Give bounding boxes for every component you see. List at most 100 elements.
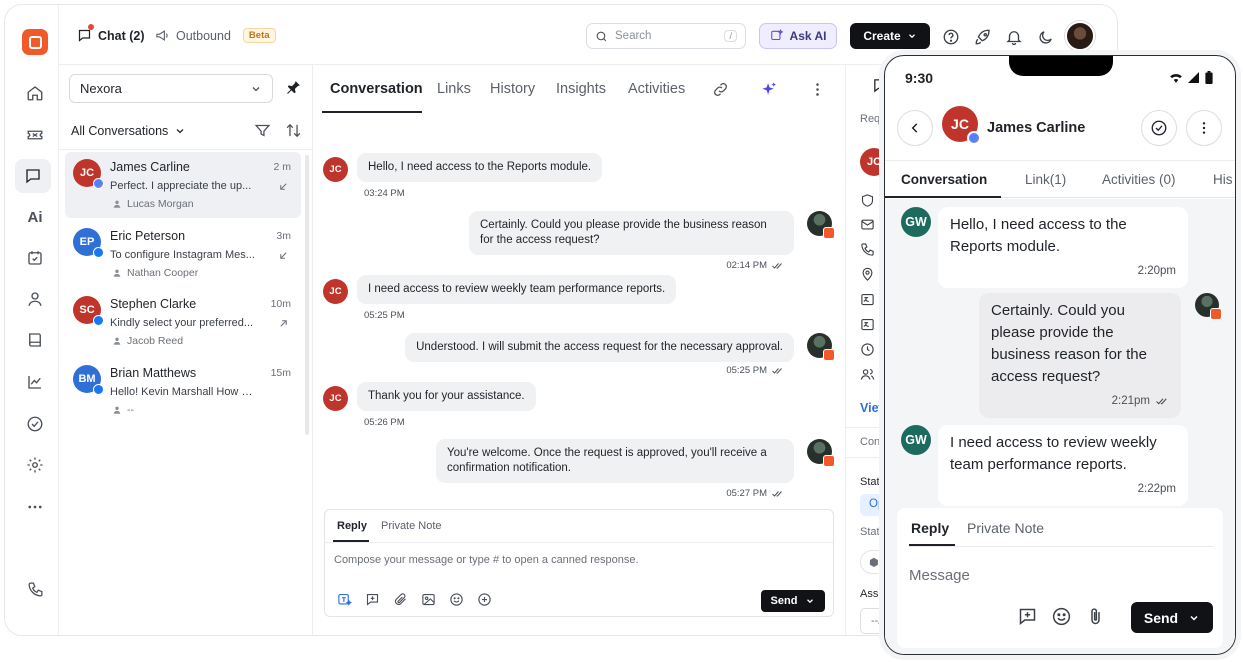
tab-links[interactable]: Links	[437, 81, 471, 97]
signal-icon	[1188, 72, 1199, 83]
help-icon[interactable]	[941, 27, 961, 47]
rocket-icon[interactable]	[973, 27, 993, 47]
attachment-icon[interactable]	[1085, 606, 1106, 627]
home-icon[interactable]	[23, 81, 47, 105]
contact-avatar: JC	[323, 386, 348, 411]
double-check-icon	[1156, 397, 1167, 404]
send-label: Send	[770, 595, 798, 607]
tab-activities[interactable]: Activities	[628, 81, 685, 97]
tab-link[interactable]: Link(1)	[1025, 172, 1066, 187]
message-time: 05:25 PM	[726, 365, 784, 376]
assigned-agent: --	[112, 404, 134, 416]
resolve-button[interactable]	[1141, 110, 1177, 146]
book-icon[interactable]	[23, 328, 47, 352]
agent-avatar	[807, 333, 835, 361]
contact-avatar: JC	[323, 157, 348, 182]
app-logo[interactable]	[22, 29, 48, 55]
emoji-icon[interactable]	[1051, 606, 1072, 627]
assigned-agent: Jacob Reed	[112, 335, 183, 347]
conversation-list-panel: Nexora All Conversations JC James Carlin…	[59, 65, 313, 635]
person-icon	[113, 406, 121, 414]
attachment-icon[interactable]	[393, 592, 408, 607]
phone-icon[interactable]	[23, 577, 47, 601]
calendar-icon[interactable]	[23, 246, 47, 270]
contact-name: Eric Peterson	[110, 229, 186, 243]
message-outgoing: Certainly. Could you please provide the …	[909, 293, 1222, 423]
tab-conversation[interactable]: Conversation	[330, 81, 423, 97]
message-input[interactable]: Compose your message or type # to open a…	[334, 554, 639, 566]
ask-ai-button[interactable]: Ask AI	[759, 23, 837, 49]
tab-insights[interactable]: Insights	[556, 81, 606, 97]
message-time: 05:25 PM	[364, 310, 405, 321]
message-preview: Hello! Kevin Marshall How are...	[110, 386, 258, 398]
image-icon[interactable]	[421, 592, 436, 607]
tab-reply[interactable]: Reply	[337, 520, 367, 532]
tab-history[interactable]: His	[1213, 172, 1233, 187]
inbox-select[interactable]: Nexora	[69, 74, 273, 103]
divider	[909, 546, 1213, 547]
message-preview: Perfect. I appreciate the up...	[110, 180, 252, 192]
tab-chat[interactable]: Chat (2)	[77, 24, 145, 43]
dark-mode-icon[interactable]	[1035, 27, 1055, 47]
ai-icon[interactable]: Ai	[23, 205, 47, 229]
contacts-icon[interactable]	[23, 287, 47, 311]
conversation-panel: Conversation Links History Insights Acti…	[313, 65, 846, 635]
tab-private-note[interactable]: Private Note	[381, 520, 442, 532]
conversation-item[interactable]: SC Stephen Clarke 10m Kindly select your…	[65, 289, 301, 355]
canned-response-icon[interactable]	[1017, 606, 1038, 627]
bell-icon[interactable]	[1004, 27, 1024, 47]
more-icon[interactable]	[23, 495, 47, 519]
more-button[interactable]	[1186, 110, 1222, 146]
tab-conversation[interactable]: Conversation	[901, 172, 987, 187]
back-button[interactable]	[897, 110, 933, 146]
send-button[interactable]: Send	[761, 590, 825, 612]
ticket-icon[interactable]	[23, 123, 47, 147]
conversation-item[interactable]: BM Brian Matthews 15m Hello! Kevin Marsh…	[65, 358, 301, 424]
megaphone-icon	[156, 30, 168, 41]
messenger-icon	[967, 131, 981, 145]
settings-icon[interactable]	[23, 453, 47, 477]
message-input[interactable]: Message	[909, 567, 970, 584]
pin-icon[interactable]	[285, 79, 302, 96]
tab-activities[interactable]: Activities (0)	[1102, 172, 1176, 187]
ai-compose-icon[interactable]	[337, 592, 352, 607]
message-time: 05:26 PM	[364, 417, 405, 428]
person-icon	[113, 337, 121, 345]
ask-ai-label: Ask AI	[789, 29, 827, 43]
notification-dot	[88, 24, 94, 30]
reports-icon[interactable]	[23, 370, 47, 394]
sort-icon[interactable]	[285, 122, 302, 139]
search-input[interactable]: Search /	[586, 23, 746, 49]
user-avatar[interactable]	[1065, 21, 1095, 51]
assigned-agent: Nathan Cooper	[112, 267, 198, 279]
clock-icon	[860, 342, 875, 357]
tab-private-note[interactable]: Private Note	[967, 520, 1044, 536]
facebook-icon	[93, 384, 104, 395]
incoming-arrow-icon	[278, 250, 289, 261]
create-button[interactable]: Create	[850, 23, 930, 49]
send-button[interactable]: Send	[1131, 602, 1213, 633]
chevron-down-icon	[908, 34, 915, 39]
conversation-filter-dropdown[interactable]: All Conversations	[71, 124, 186, 138]
tab-history[interactable]: History	[490, 81, 535, 97]
link-icon[interactable]	[712, 81, 730, 99]
tab-outbound[interactable]: Outbound Beta	[155, 28, 276, 43]
contact-avatar: EP	[73, 228, 104, 258]
language-icon	[860, 317, 875, 332]
add-icon[interactable]	[477, 592, 492, 607]
tab-chat-label: Chat (2)	[98, 28, 145, 43]
filter-icon[interactable]	[254, 122, 271, 139]
messenger-icon	[93, 178, 104, 189]
kebab-menu-icon[interactable]	[809, 81, 827, 99]
emoji-icon[interactable]	[449, 592, 464, 607]
canned-response-icon[interactable]	[365, 592, 380, 607]
tab-reply[interactable]: Reply	[911, 520, 949, 536]
message-bubble: Understood. I will submit the access req…	[405, 333, 794, 362]
tasks-icon[interactable]	[23, 412, 47, 436]
chat-icon[interactable]	[15, 159, 51, 193]
scrollbar[interactable]	[305, 155, 309, 435]
conversation-item[interactable]: JC James Carline 2 m Perfect. I apprecia…	[65, 152, 301, 218]
ai-sparkle-icon[interactable]	[761, 81, 779, 99]
conversation-time: 10m	[270, 298, 291, 310]
conversation-item[interactable]: EP Eric Peterson 3m To configure Instagr…	[65, 221, 301, 287]
